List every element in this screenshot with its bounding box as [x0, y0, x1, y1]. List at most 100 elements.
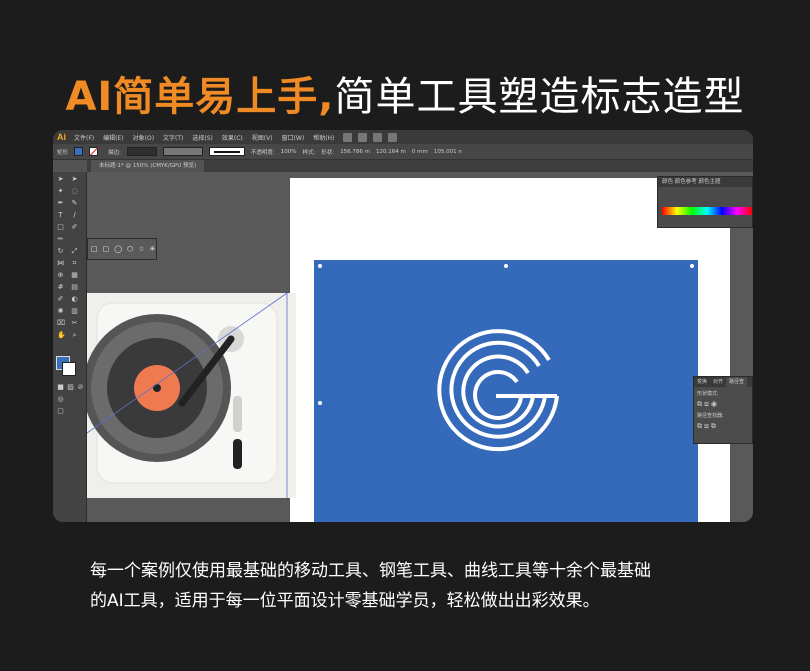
paintbrush-tool-icon[interactable]: ✐: [71, 224, 78, 231]
anchor-top-right: [690, 264, 694, 268]
shape-label: 形状:: [321, 149, 335, 156]
eyedropper-icon[interactable]: ✐: [57, 296, 64, 303]
tools-panel: ➤ ➤ ✦ ◌ ✒ ✎ T / □ ✐ ✏ ↻ ⤢ ⋈ ⌗ ⊕ ▦ # ▤ ✐ …: [53, 172, 87, 522]
anchor-left: [318, 401, 322, 405]
menu-file[interactable]: 文件(F): [74, 133, 94, 142]
align-tab[interactable]: 对齐: [710, 377, 726, 387]
gradient-tool-icon[interactable]: ▤: [71, 284, 78, 291]
color-themes-tab[interactable]: 颜色主题: [699, 179, 721, 185]
rotate-tool-icon[interactable]: ↻: [57, 248, 64, 255]
app-logo: Ai: [57, 132, 66, 142]
shape-modes-label: 形状模式:: [697, 391, 719, 397]
menu-type[interactable]: 文字(T): [163, 133, 183, 142]
color-panel: 颜色 颜色参考 颜色主题: [657, 176, 753, 228]
flare-icon[interactable]: ✳: [150, 245, 156, 253]
caption: 每一个案例仅使用最基础的移动工具、钢笔工具、曲线工具等十余个最基础 的AI工具，…: [90, 556, 750, 616]
logo-artwork: [318, 264, 694, 452]
none-mode-icon[interactable]: ⊘: [77, 384, 84, 391]
opacity-value[interactable]: 100%: [281, 149, 297, 155]
turntable-artwork[interactable]: [87, 292, 296, 498]
slice-tool-icon[interactable]: ✂: [71, 320, 78, 327]
blend-tool-icon[interactable]: ◐: [71, 296, 78, 303]
pathfinders-label: 路径查找器:: [697, 413, 724, 419]
pencil-tool-icon[interactable]: ✏: [57, 236, 64, 243]
pathfinder-icons[interactable]: ⧉ ⧈ ⧉: [694, 422, 752, 431]
menu-window[interactable]: 窗口(W): [282, 133, 305, 142]
magic-wand-icon[interactable]: ✦: [57, 188, 64, 195]
pen-tool-icon[interactable]: ✒: [57, 200, 64, 207]
menu-view[interactable]: 视图(V): [252, 133, 273, 142]
caption-line-1: 每一个案例仅使用最基础的移动工具、钢笔工具、曲线工具等十余个最基础: [90, 561, 651, 581]
blue-rectangle[interactable]: [314, 260, 698, 522]
style-label: 样式:: [302, 149, 316, 156]
direct-selection-tool-icon[interactable]: ➤: [71, 176, 78, 183]
color-spectrum[interactable]: [662, 207, 752, 215]
rectangle-tool-icon[interactable]: □: [57, 224, 64, 231]
draw-mode-icon[interactable]: ◎: [57, 396, 64, 403]
width-value[interactable]: 156.786 m: [340, 149, 370, 155]
free-transform-icon[interactable]: ⌗: [71, 260, 78, 267]
color-tab[interactable]: 颜色: [662, 179, 673, 185]
polygon-icon[interactable]: ⬡: [127, 245, 133, 253]
headline-rest: 简单工具塑造标志造型: [334, 74, 745, 120]
headline: AI简单易上手,简单工具塑造标志造型: [0, 64, 810, 122]
brush-definition-field[interactable]: [208, 147, 245, 156]
bridge-icon[interactable]: [343, 132, 353, 142]
rectangle-shape-icon[interactable]: □: [91, 245, 98, 253]
stroke-label: 描边:: [108, 149, 121, 156]
anchor-top: [504, 264, 508, 268]
x-value[interactable]: 105.001 n: [434, 149, 462, 155]
corner-value[interactable]: 0 mm: [412, 149, 428, 155]
turntable-svg: [87, 292, 288, 498]
curvature-tool-icon[interactable]: ✎: [71, 200, 78, 207]
menu-help[interactable]: 帮助(H): [313, 133, 334, 142]
mesh-tool-icon[interactable]: #: [57, 284, 64, 291]
graph-tool-icon[interactable]: ▥: [71, 308, 78, 315]
menu-edit[interactable]: 编辑(E): [103, 133, 123, 142]
artboard-tool-icon[interactable]: ⌧: [57, 320, 65, 327]
perspective-grid-icon[interactable]: ▦: [71, 272, 78, 279]
ellipse-icon[interactable]: ◯: [114, 245, 122, 253]
canvas-area[interactable]: [87, 172, 753, 522]
symbol-sprayer-icon[interactable]: ✺: [57, 308, 64, 315]
type-tool-icon[interactable]: T: [57, 212, 64, 219]
document-tab[interactable]: 未标题-1* @ 150% (CMYK/GPU 预览): [91, 160, 205, 172]
shape-builder-icon[interactable]: ⊕: [57, 272, 64, 279]
transform-tab[interactable]: 变换: [694, 377, 710, 387]
headline-accent: AI简单易上手,: [65, 74, 335, 120]
variable-width-field[interactable]: [162, 147, 203, 156]
scale-tool-icon[interactable]: ⤢: [71, 248, 78, 255]
rounded-rect-icon[interactable]: ▢: [103, 245, 110, 253]
stroke-swatch[interactable]: [89, 147, 99, 156]
width-tool-icon[interactable]: ⋈: [57, 260, 64, 267]
opacity-label: 不透明度:: [250, 149, 275, 156]
arrange-icon[interactable]: [373, 132, 383, 142]
control-bar: 矩形 描边: 不透明度: 100% 样式: 形状: 156.786 m 120.…: [53, 144, 753, 160]
document-tabs: 未标题-1* @ 150% (CMYK/GPU 预览): [87, 160, 753, 172]
shape-modes-icons[interactable]: ⧉ ⧈ ◉: [694, 400, 752, 409]
height-value[interactable]: 120.164 m: [376, 149, 406, 155]
gradient-mode-icon[interactable]: ▨: [67, 384, 74, 391]
pathfinder-tab[interactable]: 路径查: [726, 377, 748, 387]
object-type-label: 矩形: [57, 149, 69, 156]
line-tool-icon[interactable]: /: [71, 212, 78, 219]
fill-swatch[interactable]: [74, 147, 84, 156]
color-mode-icon[interactable]: ■: [57, 384, 64, 391]
zoom-tool-icon[interactable]: ⌕: [71, 332, 78, 339]
stroke-color-icon[interactable]: [62, 362, 76, 376]
pathfinder-panel: 变换 对齐 路径查 形状模式: ⧉ ⧈ ◉ 路径查找器: ⧉ ⧈ ⧉: [693, 376, 753, 444]
lasso-icon[interactable]: ◌: [71, 188, 78, 195]
menu-object[interactable]: 对象(O): [133, 133, 154, 142]
selection-tool-icon[interactable]: ➤: [57, 176, 64, 183]
screen-mode-icon[interactable]: ▢: [57, 408, 64, 415]
stroke-weight-field[interactable]: [126, 147, 157, 156]
hand-tool-icon[interactable]: ✋: [57, 332, 66, 339]
star-icon[interactable]: ☆: [138, 245, 144, 253]
illustrator-window: Ai 文件(F) 编辑(E) 对象(O) 文字(T) 选择(S) 效果(C) 视…: [53, 130, 753, 522]
color-guide-tab[interactable]: 颜色参考: [675, 179, 697, 185]
menu-select[interactable]: 选择(S): [192, 133, 213, 142]
stock-icon[interactable]: [358, 132, 368, 142]
gpu-icon[interactable]: [388, 132, 398, 142]
menu-effect[interactable]: 效果(C): [222, 133, 243, 142]
anchor-top-left: [318, 264, 322, 268]
